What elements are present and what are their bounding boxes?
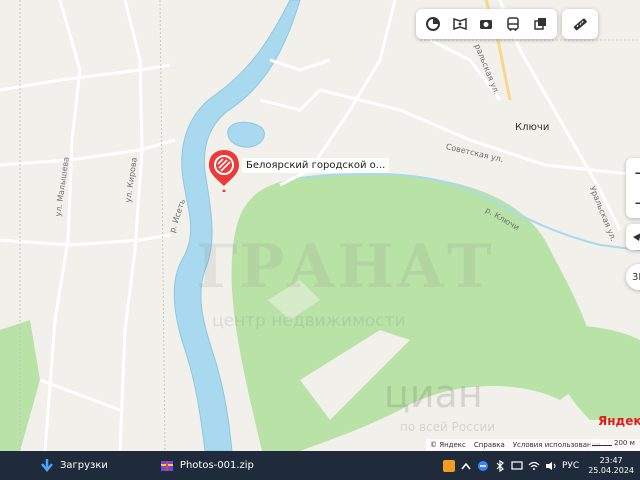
zoom-in-button[interactable]: + (626, 158, 640, 188)
bluetooth-icon[interactable] (494, 459, 506, 472)
clock-time: 23:47 (599, 455, 623, 465)
wifi-icon[interactable] (528, 460, 540, 472)
taskbar: Загрузки Photos-001.zip РУС 23:47 25.04.… (0, 451, 640, 480)
watermark-cian-sub: по всей России (400, 420, 496, 434)
bus-icon[interactable] (502, 13, 524, 35)
compass-button[interactable] (626, 224, 640, 250)
pin-label[interactable]: Белоярский городской о... (242, 158, 390, 173)
app-tray-icon[interactable] (442, 459, 455, 472)
panorama-icon[interactable] (449, 13, 471, 35)
map-view[interactable]: ул. Малышева ул. Кирова р. Исеть Советск… (0, 0, 640, 451)
pond (227, 121, 265, 148)
map-toolbar (416, 9, 557, 39)
layers-icon[interactable] (422, 13, 444, 35)
taskbar-item-label: Загрузки (60, 460, 108, 471)
watermark-granat-sub: центр недвижимости (212, 311, 406, 331)
scale-bar: 200 м (590, 439, 640, 451)
clock-date: 25.04.2024 (588, 465, 634, 475)
watermark-granat: ГРАНАТ (196, 232, 494, 302)
system-tray: РУС 23:47 25.04.2024 (442, 451, 640, 480)
place-label-klyuchi: Ключи (515, 122, 550, 133)
zoom-out-button[interactable]: − (626, 188, 640, 218)
volume-icon[interactable] (545, 460, 557, 472)
copyright-text[interactable]: © Яндекс (430, 441, 466, 449)
yandex-logo: Яндекс (598, 414, 640, 428)
download-arrow-icon (40, 458, 54, 473)
taskbar-item-photos-zip[interactable]: Photos-001.zip (152, 451, 262, 480)
ruler-icon (569, 13, 591, 35)
taskbar-item-downloads[interactable]: Загрузки (32, 451, 116, 480)
cloud-sync-icon[interactable] (477, 460, 489, 472)
display-icon[interactable] (511, 460, 523, 472)
system-clock[interactable]: 23:47 25.04.2024 (588, 456, 634, 476)
zip-archive-icon (160, 459, 174, 473)
map-base-layer (0, 0, 640, 451)
help-link[interactable]: Справка (474, 441, 505, 449)
watermark-cian: циан (384, 372, 483, 416)
language-indicator[interactable]: РУС (562, 461, 579, 471)
map-copyright-bar: © Яндекс Справка Условия использования (426, 439, 605, 451)
compass-arrow-icon (633, 233, 640, 241)
terms-link[interactable]: Условия использования (513, 441, 601, 449)
location-pin-icon[interactable] (207, 148, 241, 193)
taskbar-item-label: Photos-001.zip (179, 460, 254, 471)
zoom-control: + − (626, 158, 640, 218)
camera-icon[interactable] (475, 13, 497, 35)
ruler-button[interactable] (562, 9, 598, 39)
copy-icon[interactable] (529, 13, 551, 35)
chevron-up-icon[interactable] (460, 460, 472, 472)
